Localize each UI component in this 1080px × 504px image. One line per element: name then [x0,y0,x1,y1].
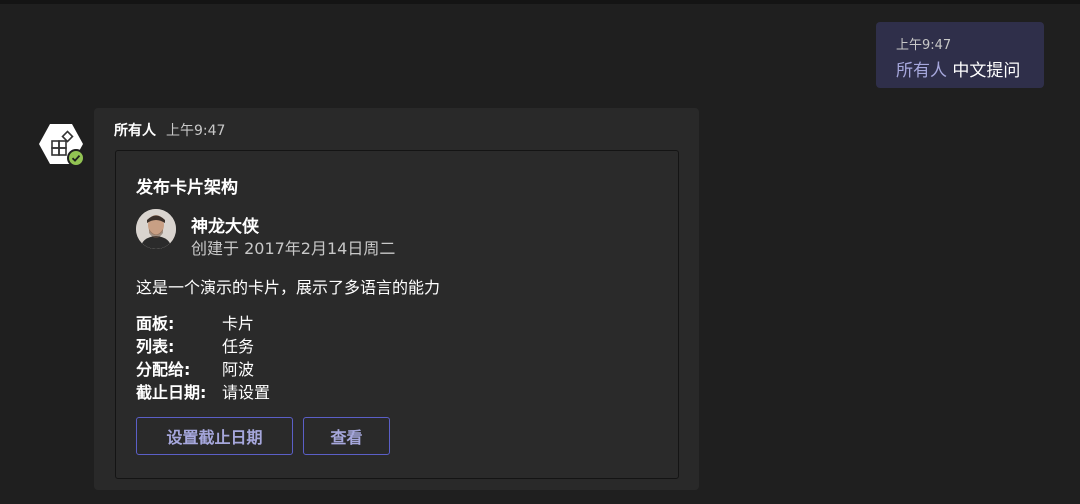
status-available-icon [67,149,85,167]
fact-value: 卡片 [222,314,255,333]
mention-everyone[interactable]: 所有人 [896,61,947,81]
fact-row-board: 面板: 卡片 [136,312,270,335]
view-button[interactable]: 查看 [303,417,390,455]
message-header: 所有人 上午9:47 [114,120,225,140]
outgoing-message-body: 中文提问 [947,61,1021,81]
outgoing-message-bubble[interactable]: 上午9:47 所有人 中文提问 [876,22,1044,88]
set-due-date-button[interactable]: 设置截止日期 [136,417,293,455]
message-time: 上午9:47 [166,123,226,139]
adaptive-card: 发布卡片架构 神龙大侠 创建于 2017年2月14日周二 这是一个演示的卡片，展… [115,150,679,479]
card-body-text: 这是一个演示的卡片，展示了多语言的能力 [136,278,441,297]
fact-value: 请设置 [222,383,271,402]
card-title: 发布卡片架构 [136,178,238,198]
author-name: 神龙大侠 [191,217,259,237]
fact-row-assigned: 分配给: 阿波 [136,358,270,381]
outgoing-message-text: 所有人 中文提问 [896,56,1020,81]
outgoing-message-time: 上午9:47 [896,38,952,53]
author-created-date: 创建于 2017年2月14日周二 [191,239,396,258]
fact-value: 任务 [222,337,255,356]
author-avatar [136,209,176,249]
incoming-message: 所有人 上午9:47 发布卡片架构 神龙大侠 创建于 2017年2月14日周二 这… [94,108,699,490]
fact-key: 列表: [136,337,175,356]
fact-key: 截止日期: [136,383,207,402]
fact-row-due-date: 截止日期: 请设置 [136,381,270,404]
sender-name[interactable]: 所有人 [114,123,156,139]
fact-key: 分配给: [136,360,191,379]
fact-value: 阿波 [222,360,255,379]
fact-set: 面板: 卡片 列表: 任务 分配给: 阿波 截止日期: 请设置 [136,312,270,404]
top-divider [0,0,1080,4]
fact-row-list: 列表: 任务 [136,335,270,358]
fact-key: 面板: [136,314,175,333]
